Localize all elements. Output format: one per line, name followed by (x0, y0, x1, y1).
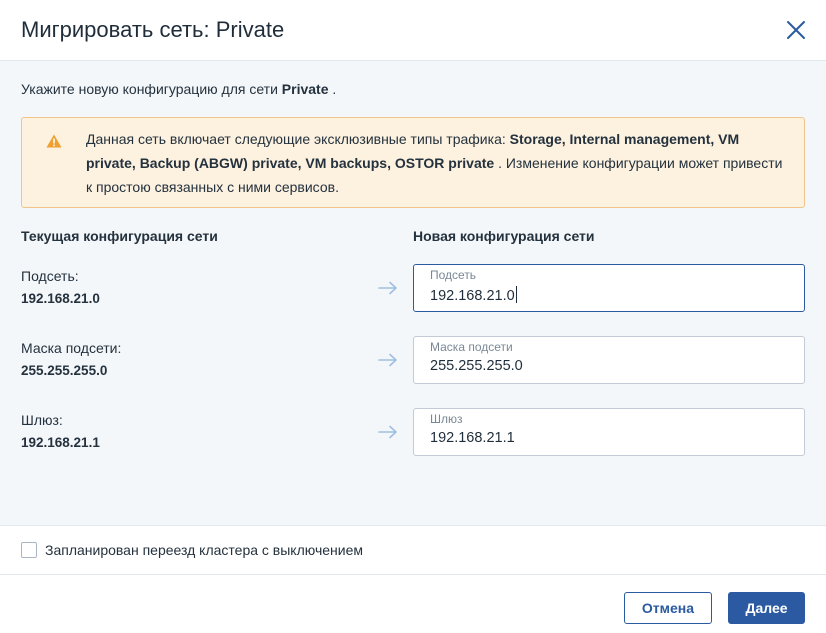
close-icon (787, 21, 805, 39)
warning-banner: Данная сеть включает следующие эксклюзив… (21, 117, 805, 208)
intro-prefix: Укажите новую конфигурацию для сети (21, 81, 282, 97)
current-gateway-label: Шлюз: (21, 412, 63, 428)
arrow-right-icon (378, 425, 397, 439)
current-subnet-value: 192.168.21.0 (21, 291, 100, 306)
current-subnet-label: Подсеть: (21, 268, 79, 284)
intro-network-name: Private (281, 81, 329, 97)
warning-prefix: Данная сеть включает следующие эксклюзив… (86, 131, 510, 147)
schedule-section: Запланирован переезд кластера с выключен… (0, 525, 826, 575)
new-subnet-input[interactable]: 192.168.21.0 (430, 286, 517, 304)
warning-text: Данная сеть включает следующие эксклюзив… (86, 127, 786, 199)
new-config-heading: Новая конфигурация сети (413, 228, 595, 244)
arrow-right-icon (378, 281, 397, 295)
schedule-checkbox[interactable] (21, 542, 37, 558)
new-mask-label: Маска подсети (430, 340, 513, 354)
new-mask-input[interactable]: 255.255.255.0 (430, 358, 523, 374)
cancel-button[interactable]: Отмена (624, 592, 712, 624)
schedule-checkbox-label[interactable]: Запланирован переезд кластера с выключен… (45, 542, 363, 558)
current-config-heading: Текущая конфигурация сети (21, 228, 218, 244)
next-button[interactable]: Далее (728, 592, 805, 624)
text-caret (515, 286, 517, 303)
new-gateway-field[interactable]: Шлюз 192.168.21.1 (413, 408, 805, 456)
new-gateway-input[interactable]: 192.168.21.1 (430, 430, 515, 446)
dialog-body: Укажите новую конфигурацию для сети Priv… (0, 61, 826, 525)
current-mask-value: 255.255.255.0 (21, 363, 108, 378)
new-subnet-value: 192.168.21.0 (430, 288, 515, 304)
new-subnet-label: Подсеть (430, 268, 477, 282)
new-gateway-label: Шлюз (430, 412, 463, 426)
new-subnet-field[interactable]: Подсеть 192.168.21.0 (413, 264, 805, 312)
arrow-right-icon (378, 353, 397, 367)
warning-triangle-icon (46, 134, 62, 148)
new-mask-field[interactable]: Маска подсети 255.255.255.0 (413, 336, 805, 384)
current-mask-label: Маска подсети: (21, 340, 122, 356)
intro-text: Укажите новую конфигурацию для сети Priv… (21, 81, 336, 97)
current-gateway-value: 192.168.21.1 (21, 435, 100, 450)
close-button[interactable] (784, 18, 808, 42)
dialog-header: Мигрировать сеть: Private (0, 0, 826, 61)
intro-suffix: . (328, 81, 337, 97)
dialog-title: Мигрировать сеть: Private (21, 17, 285, 42)
migrate-network-dialog: Мигрировать сеть: Private Укажите новую … (0, 0, 826, 633)
